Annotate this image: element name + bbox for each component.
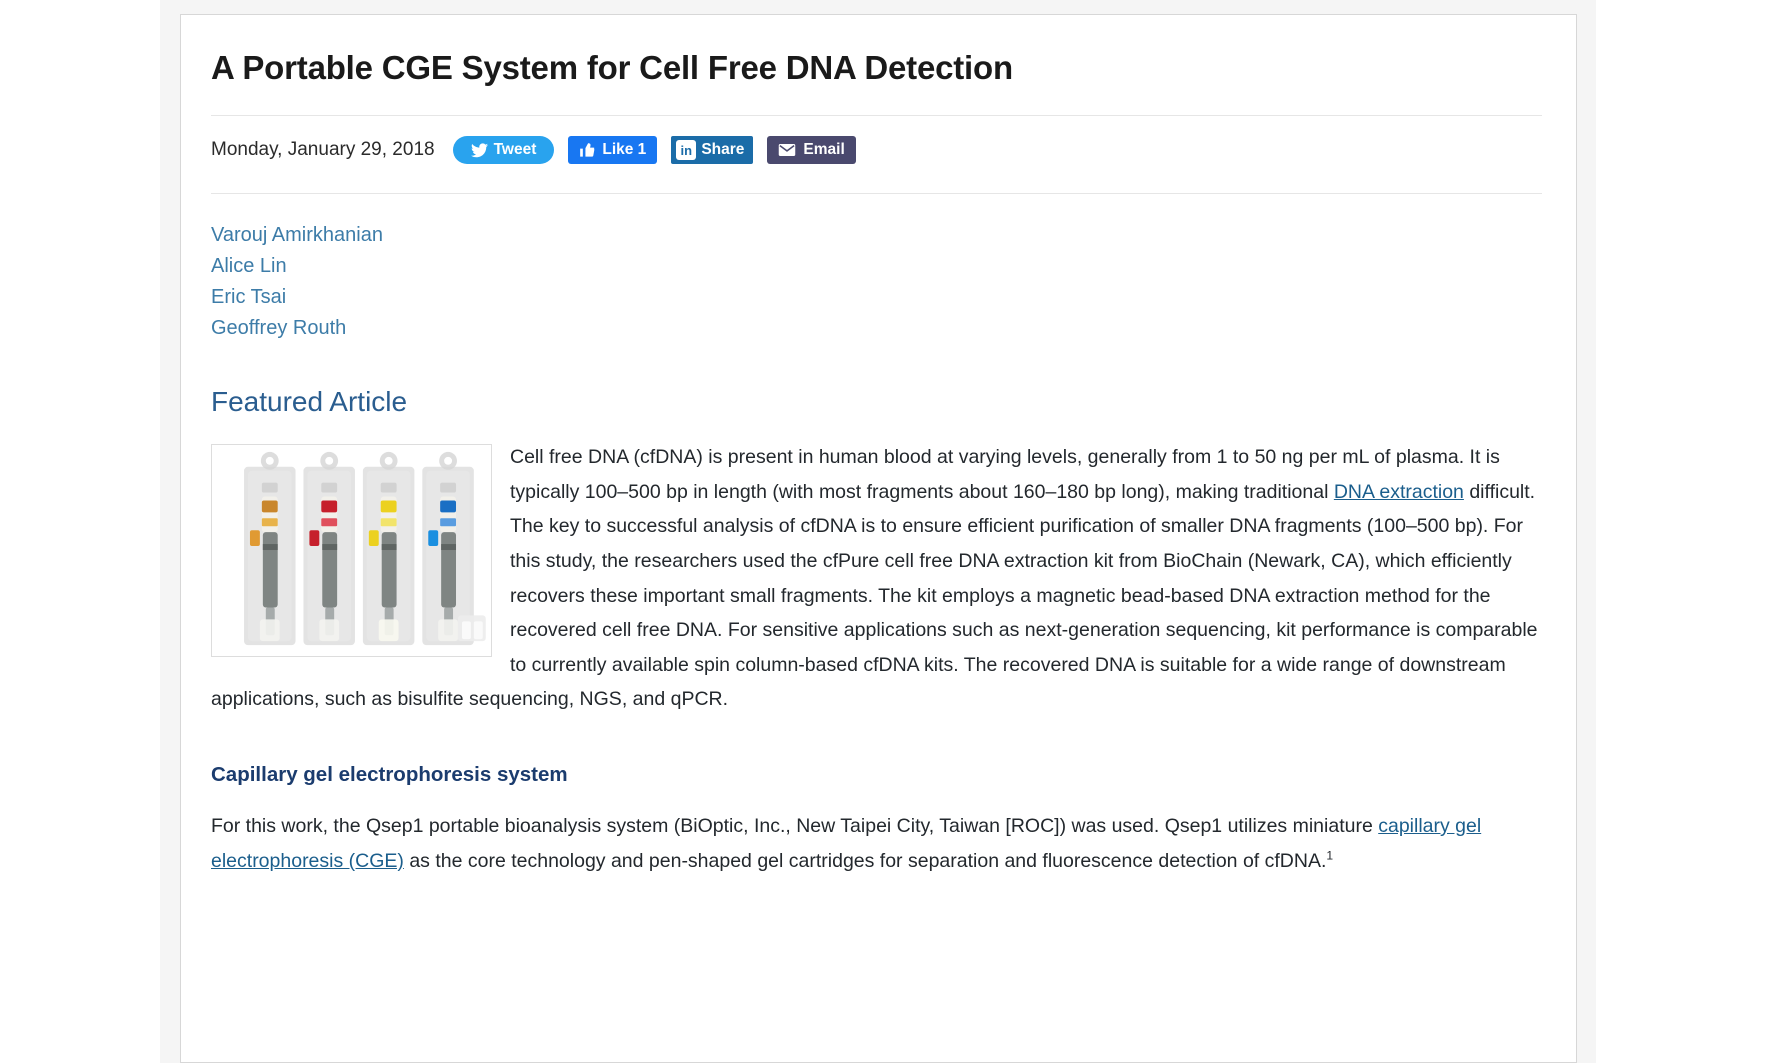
gel-cartridge-photo — [212, 445, 491, 657]
linkedin-share-label: Share — [701, 141, 745, 159]
author-link[interactable]: Eric Tsai — [211, 282, 1542, 313]
facebook-like-label: Like 1 — [602, 141, 647, 159]
linkedin-icon: in — [676, 140, 697, 161]
page-title: A Portable CGE System for Cell Free DNA … — [211, 49, 1013, 86]
product-thumbnail — [211, 444, 492, 658]
cge-body-text-2: as the core technology and pen-shaped ge… — [403, 849, 1327, 872]
email-share-label: Email — [803, 141, 845, 159]
envelope-icon — [778, 143, 796, 157]
tweet-button-label: Tweet — [493, 141, 537, 159]
featured-article-heading: Featured Article — [211, 386, 408, 418]
meta-row: Monday, January 29, 2018 Tweet Like 1 in… — [211, 134, 1542, 166]
author-list: Varouj Amirkhanian Alice Lin Eric Tsai G… — [211, 220, 1542, 344]
article-card: A Portable CGE System for Cell Free DNA … — [180, 14, 1577, 1063]
article-card-inner: A Portable CGE System for Cell Free DNA … — [181, 15, 1576, 878]
dna-extraction-link[interactable]: DNA extraction — [1334, 481, 1464, 503]
cge-body-text-1: For this work, the Qsep1 portable bioana… — [211, 815, 1379, 837]
linkedin-share-button[interactable]: in Share — [671, 136, 754, 165]
twitter-bird-icon — [470, 143, 488, 158]
featured-article-body: Cell free DNA (cfDNA) is present in huma… — [211, 440, 1542, 717]
tweet-button[interactable]: Tweet — [452, 136, 555, 165]
cge-section-paragraph: For this work, the Qsep1 portable bioana… — [211, 809, 1542, 878]
divider-top — [211, 115, 1542, 117]
page-root: A Portable CGE System for Cell Free DNA … — [0, 0, 1772, 1063]
publish-date: Monday, January 29, 2018 — [211, 139, 435, 161]
author-link[interactable]: Varouj Amirkhanian — [211, 220, 1542, 251]
thumbs-up-icon — [579, 142, 596, 158]
email-share-button[interactable]: Email — [767, 136, 856, 165]
divider-below-meta — [211, 193, 1542, 195]
footnote-marker[interactable]: 1 — [1326, 848, 1333, 862]
author-link[interactable]: Geoffrey Routh — [211, 313, 1542, 344]
author-link[interactable]: Alice Lin — [211, 251, 1542, 282]
cge-section-heading: Capillary gel electrophoresis system — [211, 763, 568, 786]
facebook-like-button[interactable]: Like 1 — [568, 136, 658, 165]
